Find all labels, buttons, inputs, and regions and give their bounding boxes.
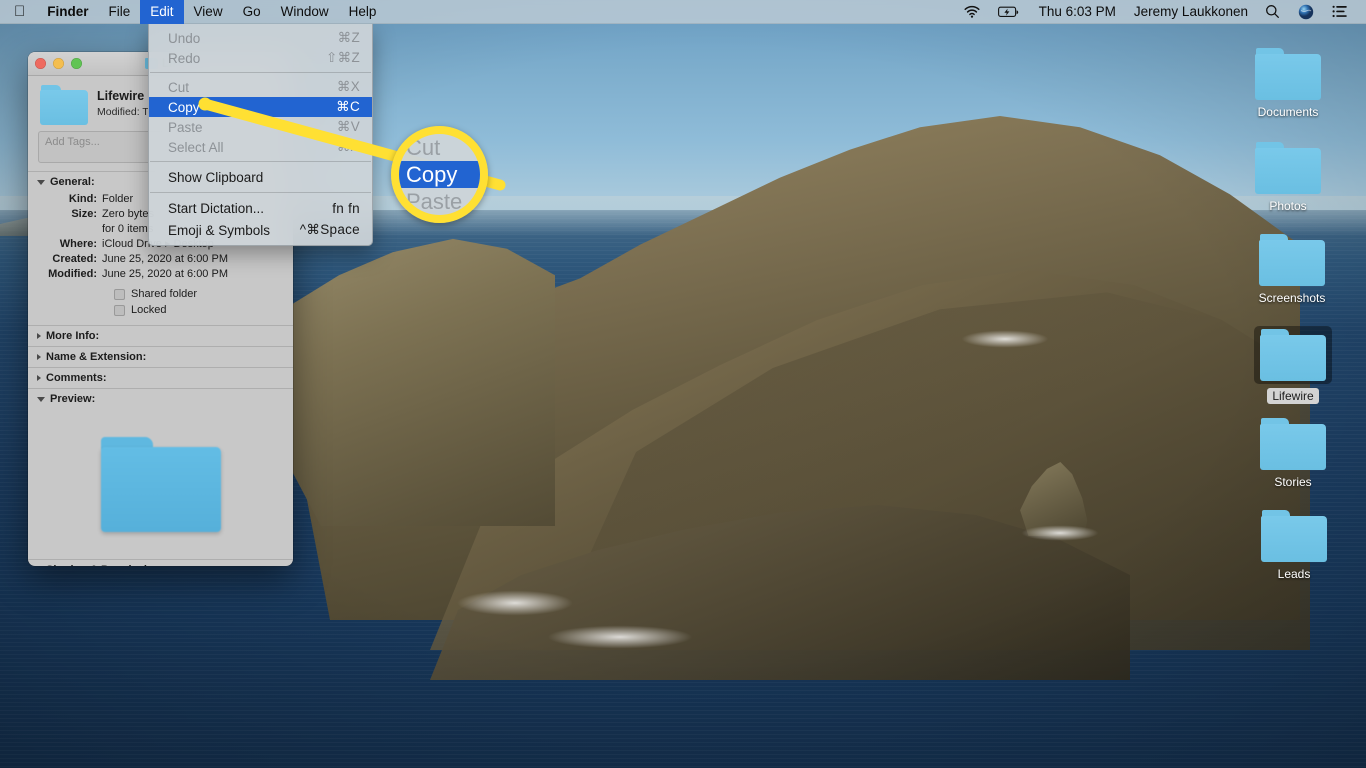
menu-window[interactable]: Window [271,0,339,24]
menu-finder[interactable]: Finder [37,0,98,24]
folder-icon [1236,142,1340,194]
menu-go[interactable]: Go [233,0,271,24]
desktop-icon-label: Screenshots [1254,290,1331,306]
menu-separator [150,72,371,73]
folder-icon [40,85,88,125]
menu-item-start-dictation[interactable]: Start Dictation... fn fn [149,197,372,219]
chevron-right-icon [37,354,41,360]
folder-icon [101,437,221,532]
section-name-extension-label: Name & Extension: [46,351,146,363]
menu-item-show-clipboard[interactable]: Show Clipboard [149,166,372,188]
search-icon[interactable] [1256,0,1289,24]
menu-item-copy[interactable]: Copy ⌘C [149,97,372,117]
shared-folder-checkbox-row[interactable]: Shared folder [28,286,293,302]
folder-icon [1241,418,1345,470]
magnifier-callout: Cut Copy Paste [391,126,488,223]
desktop-icon-leads[interactable]: Leads [1242,510,1346,583]
folder-icon [1236,48,1340,100]
section-sharing-label: Sharing & Permissions: [46,564,170,566]
desktop-icon-label: Lifewire [1267,388,1318,404]
menu-item-select-all[interactable]: Select All ⌘A [149,137,372,157]
section-preview-label: Preview: [50,393,95,405]
desktop-icon-stories[interactable]: Stories [1241,418,1345,491]
menu-item-emoji-symbols[interactable]: Emoji & Symbols ^⌘Space [149,219,372,241]
checkbox[interactable] [114,289,125,300]
menu-item-paste[interactable]: Paste ⌘V [149,117,372,137]
chevron-right-icon [37,333,41,339]
menu-bar[interactable]:  Finder File Edit View Go Window Help T… [0,0,1366,24]
locked-label: Locked [131,304,166,316]
menubar-clock[interactable]: Thu 6:03 PM [1029,4,1126,19]
battery-charging-icon[interactable] [989,0,1029,24]
section-comments[interactable]: Comments: [28,368,293,388]
folder-icon [1240,234,1344,286]
folder-icon [1241,326,1345,384]
edit-dropdown-menu[interactable]: Undo ⌘Z Redo ⇧⌘Z Cut ⌘X Copy ⌘C Paste ⌘V… [148,24,373,246]
desktop-icon-lifewire[interactable]: Lifewire [1241,326,1345,405]
control-center-icon[interactable] [1323,0,1357,24]
chevron-right-icon [37,375,41,381]
info-row: Created: June 25, 2020 at 6:00 PM [28,252,293,267]
section-name-extension[interactable]: Name & Extension: [28,347,293,367]
shared-folder-label: Shared folder [131,288,197,300]
menu-item-redo[interactable]: Redo ⇧⌘Z [149,48,372,68]
desktop-icon-label: Stories [1269,474,1316,490]
desktop-icon-photos[interactable]: Photos [1236,142,1340,215]
checkbox[interactable] [114,305,125,316]
desktop-icon-label: Photos [1264,198,1311,214]
section-preview[interactable]: Preview: [28,389,293,409]
folder-icon [1242,510,1346,562]
magnified-item-paste: Paste [399,188,480,215]
wifi-icon[interactable] [955,0,989,24]
desktop-icon-label: Documents [1253,104,1324,120]
magnified-item-cut: Cut [399,134,480,161]
menubar-user-name[interactable]: Jeremy Laukkonen [1126,4,1256,19]
menu-file[interactable]: File [99,0,141,24]
desktop-icon-label: Leads [1273,566,1316,582]
menu-help[interactable]: Help [339,0,387,24]
section-more-info-label: More Info: [46,330,99,342]
section-more-info[interactable]: More Info: [28,326,293,346]
desktop-icon-screenshots[interactable]: Screenshots [1240,234,1344,307]
preview-pane [28,409,293,559]
magnified-item-copy: Copy [399,161,480,188]
chevron-down-icon [37,180,45,185]
apple-logo-icon[interactable]:  [0,0,37,24]
info-row: Modified: June 25, 2020 at 6:00 PM [28,267,293,282]
menu-edit[interactable]: Edit [140,0,183,24]
desktop-icon-documents[interactable]: Documents [1236,48,1340,121]
locked-checkbox-row[interactable]: Locked [28,302,293,318]
section-comments-label: Comments: [46,372,107,384]
menu-separator [150,161,371,162]
siri-icon[interactable] [1289,0,1323,24]
add-tags-placeholder: Add Tags... [45,136,100,148]
section-general-label: General: [50,176,95,188]
menu-view[interactable]: View [184,0,233,24]
section-sharing-permissions[interactable]: Sharing & Permissions: [28,560,293,566]
menu-item-cut[interactable]: Cut ⌘X [149,77,372,97]
chevron-down-icon [37,397,45,402]
menu-separator [150,192,371,193]
menu-item-undo[interactable]: Undo ⌘Z [149,28,372,48]
